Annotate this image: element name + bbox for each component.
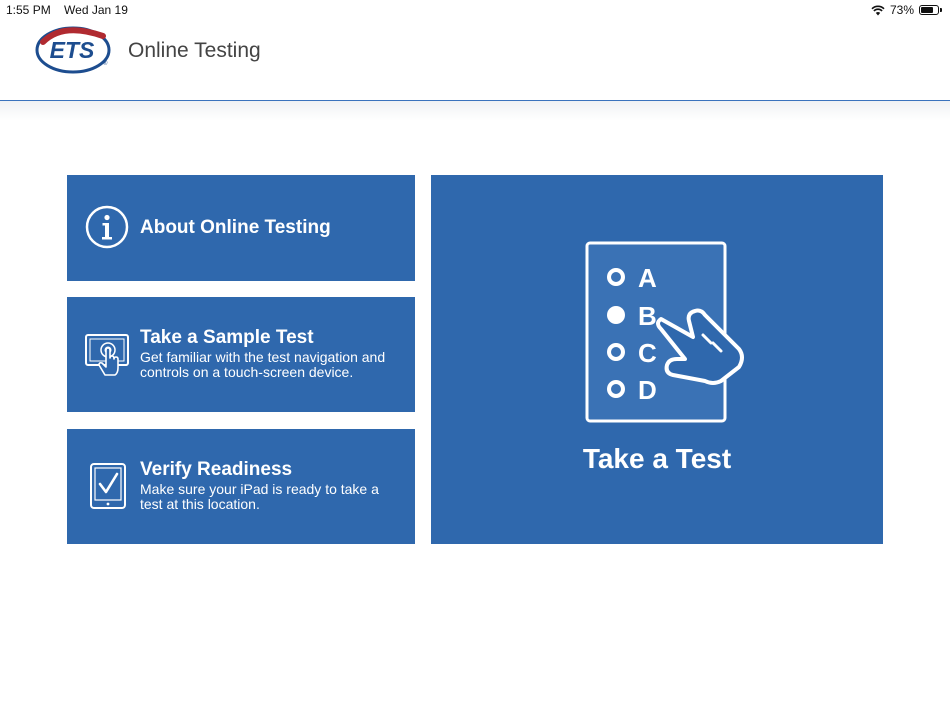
about-tile-title: About Online Testing [140, 217, 331, 238]
battery-percent: 73% [889, 3, 914, 17]
logo-text: ETS [50, 37, 95, 63]
option-a-label: A [638, 263, 657, 293]
battery-icon [919, 5, 939, 15]
header-shadow [0, 101, 950, 121]
app-header: ETS ® Online Testing [0, 20, 950, 101]
wifi-icon [871, 5, 885, 15]
option-b-label: B [638, 301, 657, 331]
info-icon [85, 205, 129, 249]
ets-logo: ETS ® [35, 26, 111, 74]
sample-tile-description: Get familiar with the test navigation an… [140, 349, 386, 380]
answer-sheet-icon: A B C D [585, 241, 744, 423]
battery-fill [921, 7, 933, 13]
status-bar: 1:55 PM Wed Jan 19 73% [0, 0, 950, 20]
touch-tablet-icon [85, 334, 129, 376]
take-a-test-button[interactable]: A B C D Take a Test [431, 175, 883, 544]
tablet-check-icon [90, 463, 126, 509]
sample-tile-title: Take a Sample Test [140, 327, 314, 348]
status-time: 1:55 PM [6, 3, 51, 17]
battery-tip [940, 8, 942, 12]
page-title: Online Testing [128, 39, 261, 62]
svg-text:®: ® [103, 60, 108, 67]
take-a-test-label: Take a Test [582, 443, 732, 474]
verify-tile-description: Make sure your iPad is ready to take a t… [140, 481, 379, 512]
status-date: Wed Jan 19 [64, 3, 128, 17]
option-c-label: C [638, 338, 657, 368]
option-d-label: D [638, 375, 657, 405]
about-online-testing-button[interactable]: About Online Testing [67, 175, 415, 281]
verify-readiness-button[interactable]: Verify Readiness Make sure your iPad is … [67, 429, 415, 544]
take-sample-test-button[interactable]: Take a Sample Test Get familiar with the… [67, 297, 415, 412]
verify-tile-title: Verify Readiness [140, 459, 293, 480]
